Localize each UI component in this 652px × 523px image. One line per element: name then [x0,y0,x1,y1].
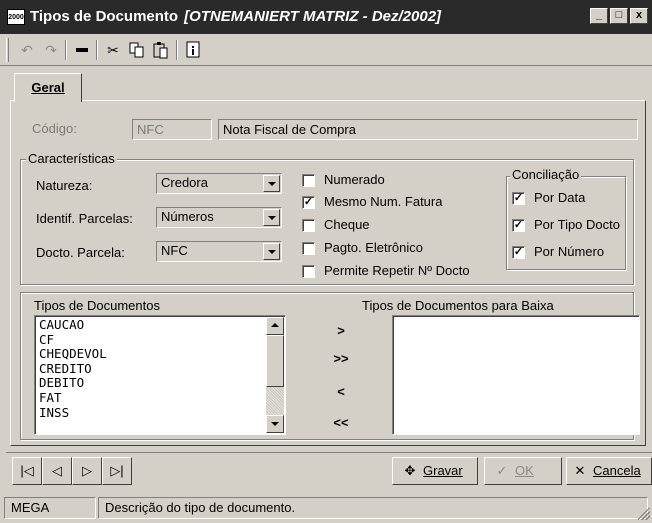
scroll-thumb[interactable] [266,335,284,387]
window-title-main: Tipos de Documento [30,8,179,25]
move-right-button[interactable]: > [326,320,356,342]
last-record-button[interactable]: ▷| [102,457,132,485]
paste-icon[interactable] [150,39,172,61]
por-data-checkbox[interactable]: ✓ [512,192,525,205]
parcelas-value: Números [161,209,214,224]
chevron-down-icon[interactable] [263,175,280,192]
list-item[interactable]: CREDITO [39,361,107,377]
chevron-down-icon[interactable] [263,209,280,226]
app-icon[interactable]: 2000 [7,9,25,25]
por-numero-checkbox[interactable]: ✓ [512,246,525,259]
pagto-eletronico-checkbox[interactable] [302,242,315,255]
toolbar-grip[interactable] [6,38,9,62]
numerado-label[interactable]: Numerado [324,172,385,187]
scroll-up-button[interactable] [266,317,284,335]
por-tipo-docto-checkbox[interactable]: ✓ [512,219,525,232]
gravar-label: Gravar [423,463,463,478]
close-icon: ✕ [574,463,586,478]
next-record-button[interactable]: ▷ [72,457,102,485]
cancela-label: Cancela [593,463,641,478]
move-all-right-button[interactable]: >> [326,348,356,370]
docto-parcela-select[interactable]: NFC [156,241,282,262]
permite-repetir-label[interactable]: Permite Repetir Nº Docto [324,263,470,278]
chevron-down-icon[interactable] [263,243,280,260]
list-item[interactable]: FAT [39,390,107,406]
toolbar-separator [65,40,67,60]
toolbar-separator [96,40,98,60]
cut-icon[interactable]: ✂ [102,39,124,61]
toolbar: ↶ ↷ ✂ [0,34,652,66]
delete-icon[interactable] [71,39,93,61]
list-item[interactable]: CHEQDEVOL [39,347,107,362]
parcelas-label: Identif. Parcelas: [36,211,133,226]
tab-geral[interactable]: Geral [14,73,82,102]
conciliacao-title: Conciliação [510,167,582,182]
docto-parcela-value: NFC [161,243,188,258]
prev-record-button[interactable]: ◁ [42,457,72,485]
list-item[interactable]: DEBITO [39,376,107,391]
title-bar[interactable]: 2000 Tipos de Documento [OTNEMANIERT MATR… [0,0,652,34]
tipos-documentos-title: Tipos de Documentos [34,298,160,313]
first-record-button[interactable]: |◁ [12,457,42,485]
list-item[interactable]: INSS [39,405,107,421]
scroll-down-button[interactable] [266,415,284,433]
resize-grip-icon[interactable] [638,508,650,520]
undo-icon[interactable]: ↶ [16,39,38,61]
window-controls: _ □ x [590,8,648,24]
numerado-checkbox[interactable] [302,174,315,187]
status-user: MEGA [4,497,96,519]
status-message: Descrição do tipo de documento. [98,497,648,519]
toolbar-separator [176,40,178,60]
move-all-left-button[interactable]: << [326,412,356,434]
tipos-baixa-list[interactable] [392,315,640,435]
info-icon[interactable] [182,39,204,61]
bottom-bar: |◁ ◁ ▷ ▷| ✥ Gravar ✓ OK ✕ Cancela [6,452,652,488]
window-title-company: [OTNEMANIERT MATRIZ - Dez/2002] [184,8,442,25]
mesmo-num-fatura-label[interactable]: Mesmo Num. Fatura [324,194,442,209]
cheque-label[interactable]: Cheque [324,217,370,232]
natureza-select[interactable]: Credora [156,173,282,194]
list-item[interactable]: CAUCAO [39,317,107,333]
tipos-baixa-title: Tipos de Documentos para Baixa [362,298,554,313]
save-icon: ✥ [404,463,416,478]
codigo-label: Código: [32,121,77,136]
parcelas-select[interactable]: Números [156,207,282,228]
maximize-button[interactable]: □ [610,8,628,24]
docto-parcela-label: Docto. Parcela: [36,245,125,260]
mesmo-num-fatura-checkbox[interactable]: ✓ [302,196,315,209]
move-left-button[interactable]: < [326,381,356,403]
tipos-documentos-items: CAUCAO CF CHEQDEVOL CREDITO DEBITO FAT I… [39,317,107,421]
permite-repetir-checkbox[interactable] [302,265,315,278]
redo-icon[interactable]: ↷ [40,39,62,61]
cancela-button[interactable]: ✕ Cancela [566,457,652,485]
tipos-documentos-list[interactable]: CAUCAO CF CHEQDEVOL CREDITO DEBITO FAT I… [34,315,286,435]
ok-button[interactable]: ✓ OK [484,457,562,485]
pagto-eletronico-label[interactable]: Pagto. Eletrônico [324,240,423,255]
descricao-field[interactable]: Nota Fiscal de Compra [218,119,638,140]
vertical-scrollbar[interactable] [266,317,284,433]
close-button[interactable]: x [630,8,648,24]
natureza-value: Credora [161,175,208,190]
gravar-button[interactable]: ✥ Gravar [392,457,478,485]
por-numero-label[interactable]: Por Número [534,244,604,259]
tab-geral-label: Geral [31,80,65,95]
copy-icon[interactable] [126,39,148,61]
por-data-label[interactable]: Por Data [534,190,585,205]
por-tipo-docto-label[interactable]: Por Tipo Docto [534,217,620,232]
minimize-button[interactable]: _ [590,8,608,24]
check-icon: ✓ [496,463,508,478]
cheque-checkbox[interactable] [302,219,315,232]
list-item[interactable]: CF [39,332,107,348]
status-bar: MEGA Descrição do tipo de documento. [0,494,652,523]
natureza-label: Natureza: [36,178,93,193]
ok-label: OK [515,463,534,478]
window-title: Tipos de Documento [OTNEMANIERT MATRIZ - … [30,8,441,25]
caracteristicas-title: Características [26,151,117,166]
codigo-field[interactable]: NFC [132,119,212,140]
main-window: 2000 Tipos de Documento [OTNEMANIERT MATR… [0,0,652,523]
